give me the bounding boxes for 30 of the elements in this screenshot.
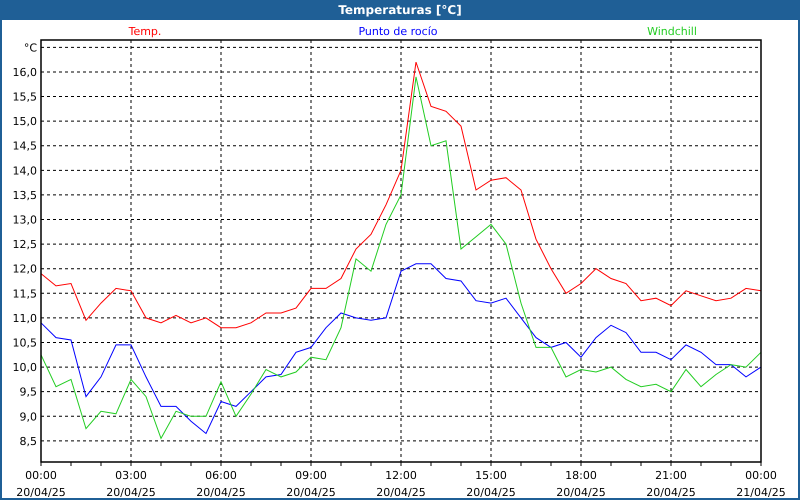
axis-tick-label: 14,0 [12,164,37,178]
axis-tick-label: 9,5 [20,386,37,399]
axis-tick-label: °C [24,41,37,54]
axis-tick-label: 15:00 20/04/25 [466,469,516,498]
axis-tick-label: 16,0 [12,66,37,79]
axis-tick-label: 18:00 20/04/25 [556,469,606,498]
axis-tick-label: 06:00 20/04/25 [196,469,246,498]
axis-tick-label: 9,0 [20,410,37,424]
axis-tick-label: 15,5 [12,90,37,104]
axis-tick-label: 00:00 20/04/25 [16,469,66,498]
legend-label: Punto de rocío [358,25,438,38]
axis-tick-label: 21:00 20/04/25 [646,469,696,498]
axis-tick-label: 12:00 20/04/25 [376,469,426,498]
legend-label: Temp. [128,25,162,38]
axis-tick-label: 13,0 [12,214,37,227]
axis-tick-label: 03:00 20/04/25 [106,469,156,498]
axis-tick-label: 10,5 [12,336,37,350]
axis-tick-label: 11,0 [12,312,37,325]
axis-tick-label: 13,5 [12,188,37,202]
axis-tick-label: 15,0 [12,115,37,128]
axis-tick-label: 14,5 [12,140,37,153]
axis-tick-label: 12,5 [12,238,37,252]
axis-tick-label: 00:00 21/04/25 [736,469,786,498]
axis-tick-label: 10,0 [12,361,37,374]
axis-tick-label: 11,5 [12,287,37,300]
axis-tick-label: 8,5 [20,434,37,448]
axis-tick-label: 09:00 20/04/25 [286,469,336,498]
axis-tick-label: 12,0 [12,262,37,276]
legend-label: Windchill [647,25,697,38]
chart-title: Temperaturas [°C] [338,2,462,19]
